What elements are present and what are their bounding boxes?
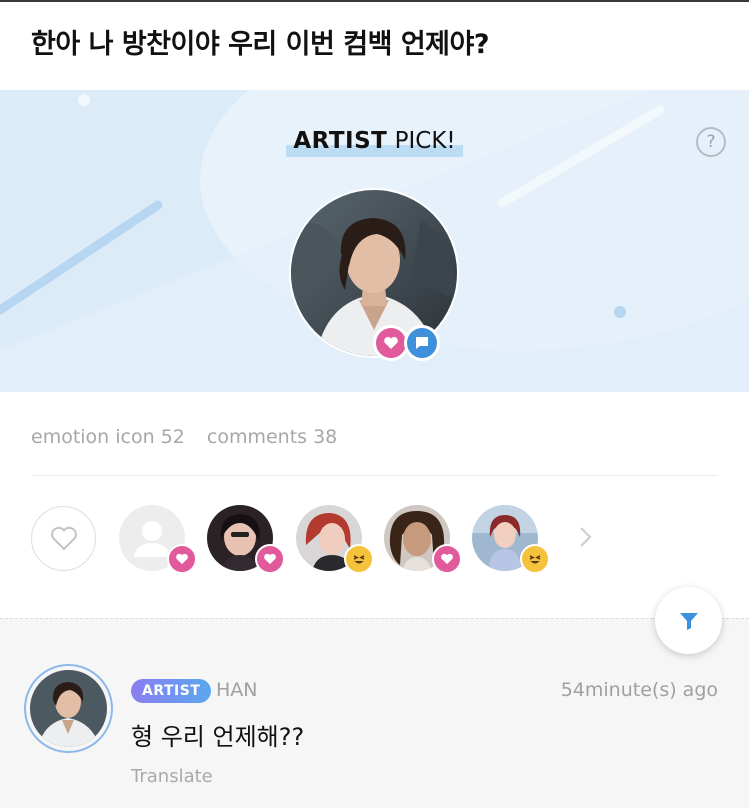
chevron-right-icon — [580, 527, 592, 547]
post-stats: emotion icon 52 comments 38 — [31, 426, 337, 448]
reactor-avatar[interactable] — [472, 505, 550, 574]
filter-button[interactable] — [655, 587, 722, 654]
reactor-avatar[interactable] — [207, 505, 285, 574]
heart-icon — [264, 553, 276, 565]
artist-tag: ARTIST — [131, 679, 212, 703]
emotion-count[interactable]: emotion icon 52 — [31, 426, 185, 448]
laugh-badge — [520, 544, 550, 574]
translate-link[interactable]: Translate — [131, 766, 213, 787]
heart-badge — [167, 544, 197, 574]
artist-comment-badge — [404, 325, 440, 361]
artist-pick-title: ARTIST PICK! — [0, 128, 749, 157]
comment-list: ARTIST HAN 54minute(s) ago 형 우리 언제해?? Tr… — [0, 618, 749, 808]
comment-avatar[interactable] — [24, 664, 113, 753]
artist-pick-rest: PICK! — [387, 128, 456, 154]
laugh-badge — [344, 544, 374, 574]
help-icon: ? — [706, 132, 716, 152]
comment-text: 형 우리 언제해?? — [131, 723, 305, 751]
reactor-avatar[interactable] — [384, 505, 462, 574]
reactor-avatar[interactable] — [119, 505, 197, 574]
laugh-icon — [353, 555, 365, 564]
heart-icon — [384, 336, 398, 349]
more-reactions-button[interactable] — [573, 524, 597, 550]
reactor-avatar[interactable] — [296, 505, 374, 574]
comment-timestamp: 54minute(s) ago — [560, 679, 718, 701]
laugh-icon — [529, 555, 541, 564]
post-header: 한아 나 방찬이야 우리 이번 컴백 언제야? — [0, 2, 749, 90]
commenter-photo — [30, 670, 107, 747]
filter-icon — [679, 612, 698, 630]
heart-icon — [441, 553, 453, 565]
artist-pick-bold: ARTIST — [293, 128, 388, 154]
help-button[interactable]: ? — [696, 127, 726, 157]
heart-badge — [255, 544, 285, 574]
artist-pick-banner: ARTIST PICK! ? — [0, 90, 749, 392]
like-button[interactable] — [31, 506, 96, 571]
comment-author[interactable]: HAN — [216, 679, 258, 701]
heart-badge — [432, 544, 462, 574]
heart-outline-icon — [50, 526, 77, 551]
heart-icon — [176, 553, 188, 565]
post-title: 한아 나 방찬이야 우리 이번 컴백 언제야? — [31, 29, 490, 60]
divider — [31, 475, 718, 476]
comment-icon — [416, 337, 428, 349]
comments-count[interactable]: comments 38 — [207, 426, 337, 448]
